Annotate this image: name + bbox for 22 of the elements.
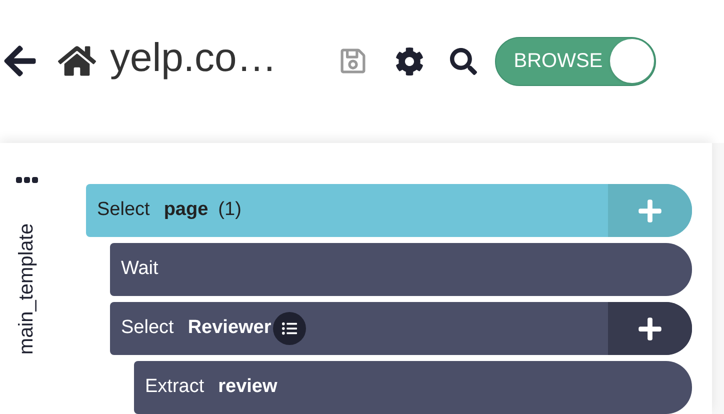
step-target: page	[164, 198, 208, 222]
back-icon[interactable]	[2, 43, 38, 79]
search-icon[interactable]	[450, 48, 477, 74]
step-action: Extract	[145, 375, 204, 400]
step-row[interactable]: Select page (1)	[86, 184, 692, 237]
step-action: Select	[121, 316, 174, 340]
template-name: main_template	[15, 223, 39, 355]
step-row[interactable]: Wait	[110, 243, 692, 296]
step-row[interactable]: Extract review	[134, 361, 692, 414]
step-action: Select	[97, 198, 150, 222]
step-target: Reviewer	[188, 316, 272, 340]
add-button[interactable]	[608, 302, 692, 355]
step-row[interactable]: Select Reviewer	[110, 302, 692, 355]
step-count: (1)	[218, 198, 242, 222]
step-action: Wait	[121, 257, 158, 282]
step-target: review	[218, 375, 278, 400]
plus-icon	[637, 198, 663, 224]
page-title: yelp.co…	[110, 38, 277, 82]
settings-icon[interactable]	[394, 46, 424, 76]
plus-icon	[637, 316, 663, 342]
more-icon[interactable]	[16, 177, 38, 183]
list-icon[interactable]	[273, 312, 306, 345]
